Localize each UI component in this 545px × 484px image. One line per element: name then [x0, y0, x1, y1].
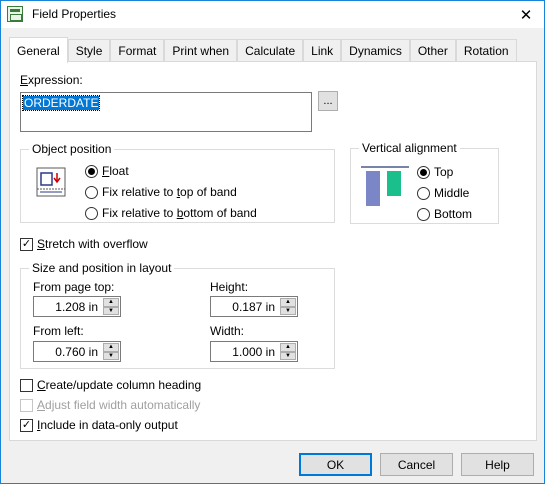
radio-valign-middle-label: Middle	[434, 186, 470, 200]
radio-valign-middle-dot	[417, 186, 430, 200]
tab-rotation[interactable]: Rotation	[455, 39, 517, 62]
adjust-field-width-label: Adjust field width automatically	[37, 398, 201, 412]
vertical-alignment-title: Vertical alignment	[359, 141, 460, 155]
spin-up-icon[interactable]: ▲	[103, 298, 119, 307]
radio-valign-bottom-dot	[417, 207, 430, 221]
vertical-alignment-group: Vertical alignment Top Middle Bottom	[350, 141, 499, 224]
create-column-heading-checkbox[interactable]: Create/update column heading	[20, 378, 201, 392]
radio-valign-bottom-label: Bottom	[434, 207, 473, 221]
spin-down-icon[interactable]: ▼	[280, 306, 296, 315]
radio-fix-bottom[interactable]: Fix relative to bottom of band	[85, 206, 257, 220]
tab-general[interactable]: General	[9, 37, 68, 63]
general-tab-panel: Expression: ORDERDATE ... Object positio…	[9, 61, 537, 441]
ok-button[interactable]: OK	[299, 453, 372, 476]
tab-style[interactable]: Style	[67, 39, 111, 62]
help-button[interactable]: Help	[461, 453, 534, 476]
radio-float-label: Float	[102, 164, 129, 178]
object-position-title: Object position	[29, 142, 115, 156]
stretch-overflow-label: Stretch with overflow	[37, 237, 148, 251]
tab-format[interactable]: Format	[110, 39, 165, 62]
app-icon	[7, 6, 23, 22]
adjust-field-width-checkbox[interactable]: Adjust field width automatically	[20, 398, 200, 412]
object-position-icon	[36, 167, 66, 197]
height-spinner[interactable]: 0.187 in ▲ ▼	[210, 296, 298, 317]
height-value: 0.187 in	[232, 300, 275, 314]
create-column-heading-label: Create/update column heading	[37, 378, 202, 392]
height-label: Height:	[210, 280, 249, 294]
window-title: Field Properties	[32, 7, 117, 21]
radio-valign-middle[interactable]: Middle	[417, 186, 469, 200]
expression-browse-button[interactable]: ...	[318, 91, 338, 111]
radio-valign-top-label: Top	[434, 165, 454, 179]
from-page-top-value: 1.208 in	[55, 300, 98, 314]
radio-fix-top-label: Fix relative to top of band	[102, 185, 237, 199]
radio-valign-top[interactable]: Top	[417, 165, 453, 179]
tab-other[interactable]: Other	[409, 39, 456, 62]
expression-input[interactable]: ORDERDATE	[20, 92, 312, 132]
from-page-top-label: From page top:	[33, 280, 115, 294]
check-icon: ✓	[20, 418, 33, 432]
tab-calculate[interactable]: Calculate	[237, 39, 304, 62]
spin-down-icon[interactable]: ▼	[280, 351, 296, 360]
close-icon: ✕	[519, 6, 533, 24]
cancel-button[interactable]: Cancel	[380, 453, 453, 476]
from-page-top-spinner[interactable]: 1.208 in ▲ ▼	[33, 296, 121, 317]
spin-down-icon[interactable]: ▼	[103, 306, 119, 315]
check-icon: ✓	[20, 237, 33, 251]
include-data-only-label: Include in data-only output	[37, 418, 178, 432]
tab-print-when[interactable]: Print when	[164, 39, 238, 62]
expression-label: Expression:	[20, 73, 83, 87]
width-value: 1.000 in	[232, 345, 275, 359]
radio-valign-bottom[interactable]: Bottom	[417, 207, 472, 221]
radio-float[interactable]: Float	[85, 164, 129, 178]
spin-up-icon[interactable]: ▲	[280, 298, 296, 307]
close-button[interactable]: ✕	[508, 1, 544, 28]
width-spinner[interactable]: 1.000 in ▲ ▼	[210, 341, 298, 362]
spin-up-icon[interactable]: ▲	[103, 343, 119, 352]
tab-strip: General Style Format Print when Calculat…	[9, 37, 517, 63]
size-position-group: Size and position in layout From page to…	[20, 261, 335, 369]
spin-up-icon[interactable]: ▲	[280, 343, 296, 352]
from-left-label: From left:	[33, 324, 84, 338]
vertical-alignment-top-icon	[361, 166, 409, 206]
stretch-overflow-checkbox[interactable]: ✓ Stretch with overflow	[20, 237, 148, 251]
tab-link[interactable]: Link	[303, 39, 342, 62]
include-data-only-checkbox[interactable]: ✓ Include in data-only output	[20, 418, 178, 432]
spin-down-icon[interactable]: ▼	[103, 351, 119, 360]
radio-fix-top[interactable]: Fix relative to top of band	[85, 185, 237, 199]
from-left-spinner[interactable]: 0.760 in ▲ ▼	[33, 341, 121, 362]
radio-fix-bottom-label: Fix relative to bottom of band	[102, 206, 257, 220]
object-position-group: Object position Float Fix relative to to…	[20, 142, 335, 223]
from-left-value: 0.760 in	[55, 345, 98, 359]
size-position-title: Size and position in layout	[29, 261, 175, 275]
width-label: Width:	[210, 324, 245, 338]
radio-valign-top-dot	[417, 165, 430, 179]
expression-value: ORDERDATE	[21, 95, 101, 111]
radio-float-dot	[85, 164, 98, 178]
title-bar: Field Properties ✕	[1, 1, 544, 28]
field-properties-dialog: Field Properties ✕ General Style Format …	[0, 0, 545, 484]
radio-fix-bottom-dot	[85, 206, 98, 220]
radio-fix-top-dot	[85, 185, 98, 199]
tab-dynamics[interactable]: Dynamics	[341, 39, 410, 62]
